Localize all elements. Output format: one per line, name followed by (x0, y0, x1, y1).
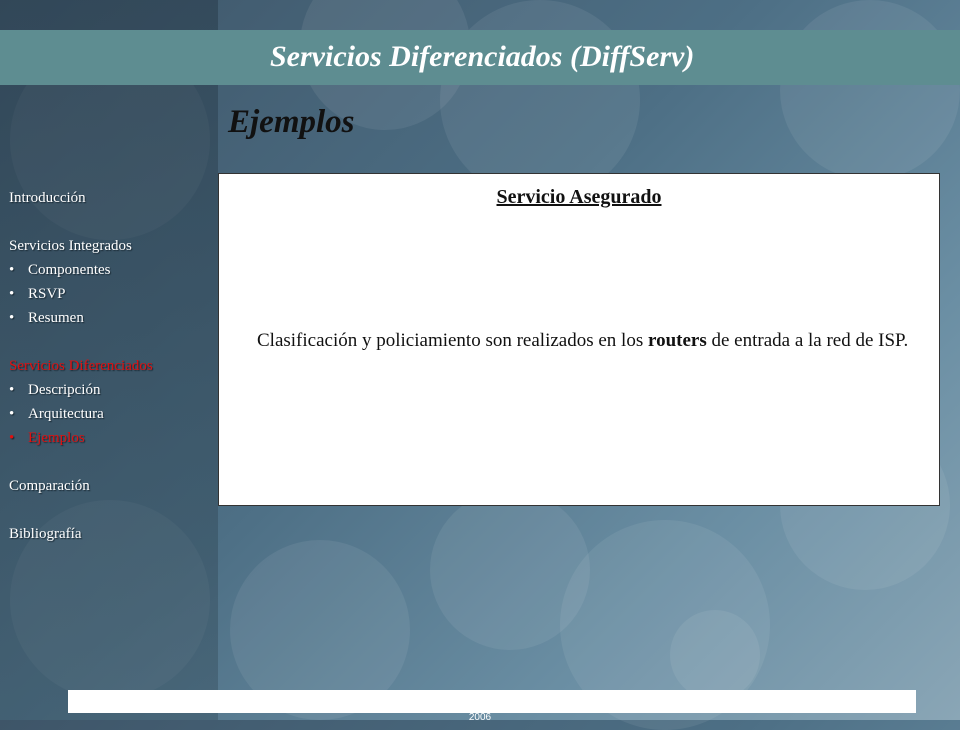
footer-bar (68, 690, 916, 713)
nav-item-bibliografia[interactable]: Bibliografía (9, 522, 219, 546)
nav-subitem-label: Ejemplos (28, 430, 85, 446)
nav-subitem-label: Componentes (28, 262, 111, 278)
bullet-icon: • (9, 310, 15, 326)
nav-subitem-componentes[interactable]: • Componentes (9, 258, 219, 282)
content-text-part: de entrada a la red de ISP. (706, 330, 909, 351)
slide-subtitle: Ejemplos (228, 104, 355, 140)
nav-subitem-label: Descripción (28, 382, 101, 398)
bullet-icon: • (9, 262, 15, 278)
nav-item-introduccion[interactable]: Introducción (9, 186, 219, 210)
nav-subitem-label: RSVP (28, 286, 66, 302)
content-text-part: Clasificación y policiamiento son realiz… (257, 330, 648, 351)
bullet-icon: • (9, 430, 15, 446)
background-circle (780, 0, 960, 180)
content-paragraph: Clasificación y policiamiento son realiz… (227, 327, 929, 355)
content-box: Servicio Asegurado Clasificación y polic… (218, 173, 940, 506)
nav-subitem-label: Arquitectura (28, 406, 104, 422)
nav-item-comparacion[interactable]: Comparación (9, 474, 219, 498)
slide-title: Servicios Diferenciados (DiffServ) (270, 40, 695, 73)
content-heading: Servicio Asegurado (496, 186, 662, 208)
bullet-icon: • (9, 286, 15, 302)
bullet-icon: • (9, 406, 15, 422)
nav-item-servicios-diferenciados[interactable]: Servicios Diferenciados (9, 354, 219, 378)
nav-subitem-label: Resumen (28, 310, 84, 326)
content-text-bold: routers (647, 330, 707, 351)
nav-subitem-rsvp[interactable]: • RSVP (9, 282, 219, 306)
nav-subitem-arquitectura[interactable]: • Arquitectura (9, 402, 219, 426)
background-circle (670, 610, 760, 700)
sidebar-nav: Introducción Servicios Integrados • Compo… (9, 186, 219, 546)
footer-text: 2006 (468, 712, 492, 723)
nav-item-servicios-integrados[interactable]: Servicios Integrados (9, 234, 219, 258)
nav-subitem-descripcion[interactable]: • Descripción (9, 378, 219, 402)
nav-subitem-resumen[interactable]: • Resumen (9, 306, 219, 330)
bullet-icon: • (9, 382, 15, 398)
nav-subitem-ejemplos[interactable]: • Ejemplos (9, 426, 219, 450)
